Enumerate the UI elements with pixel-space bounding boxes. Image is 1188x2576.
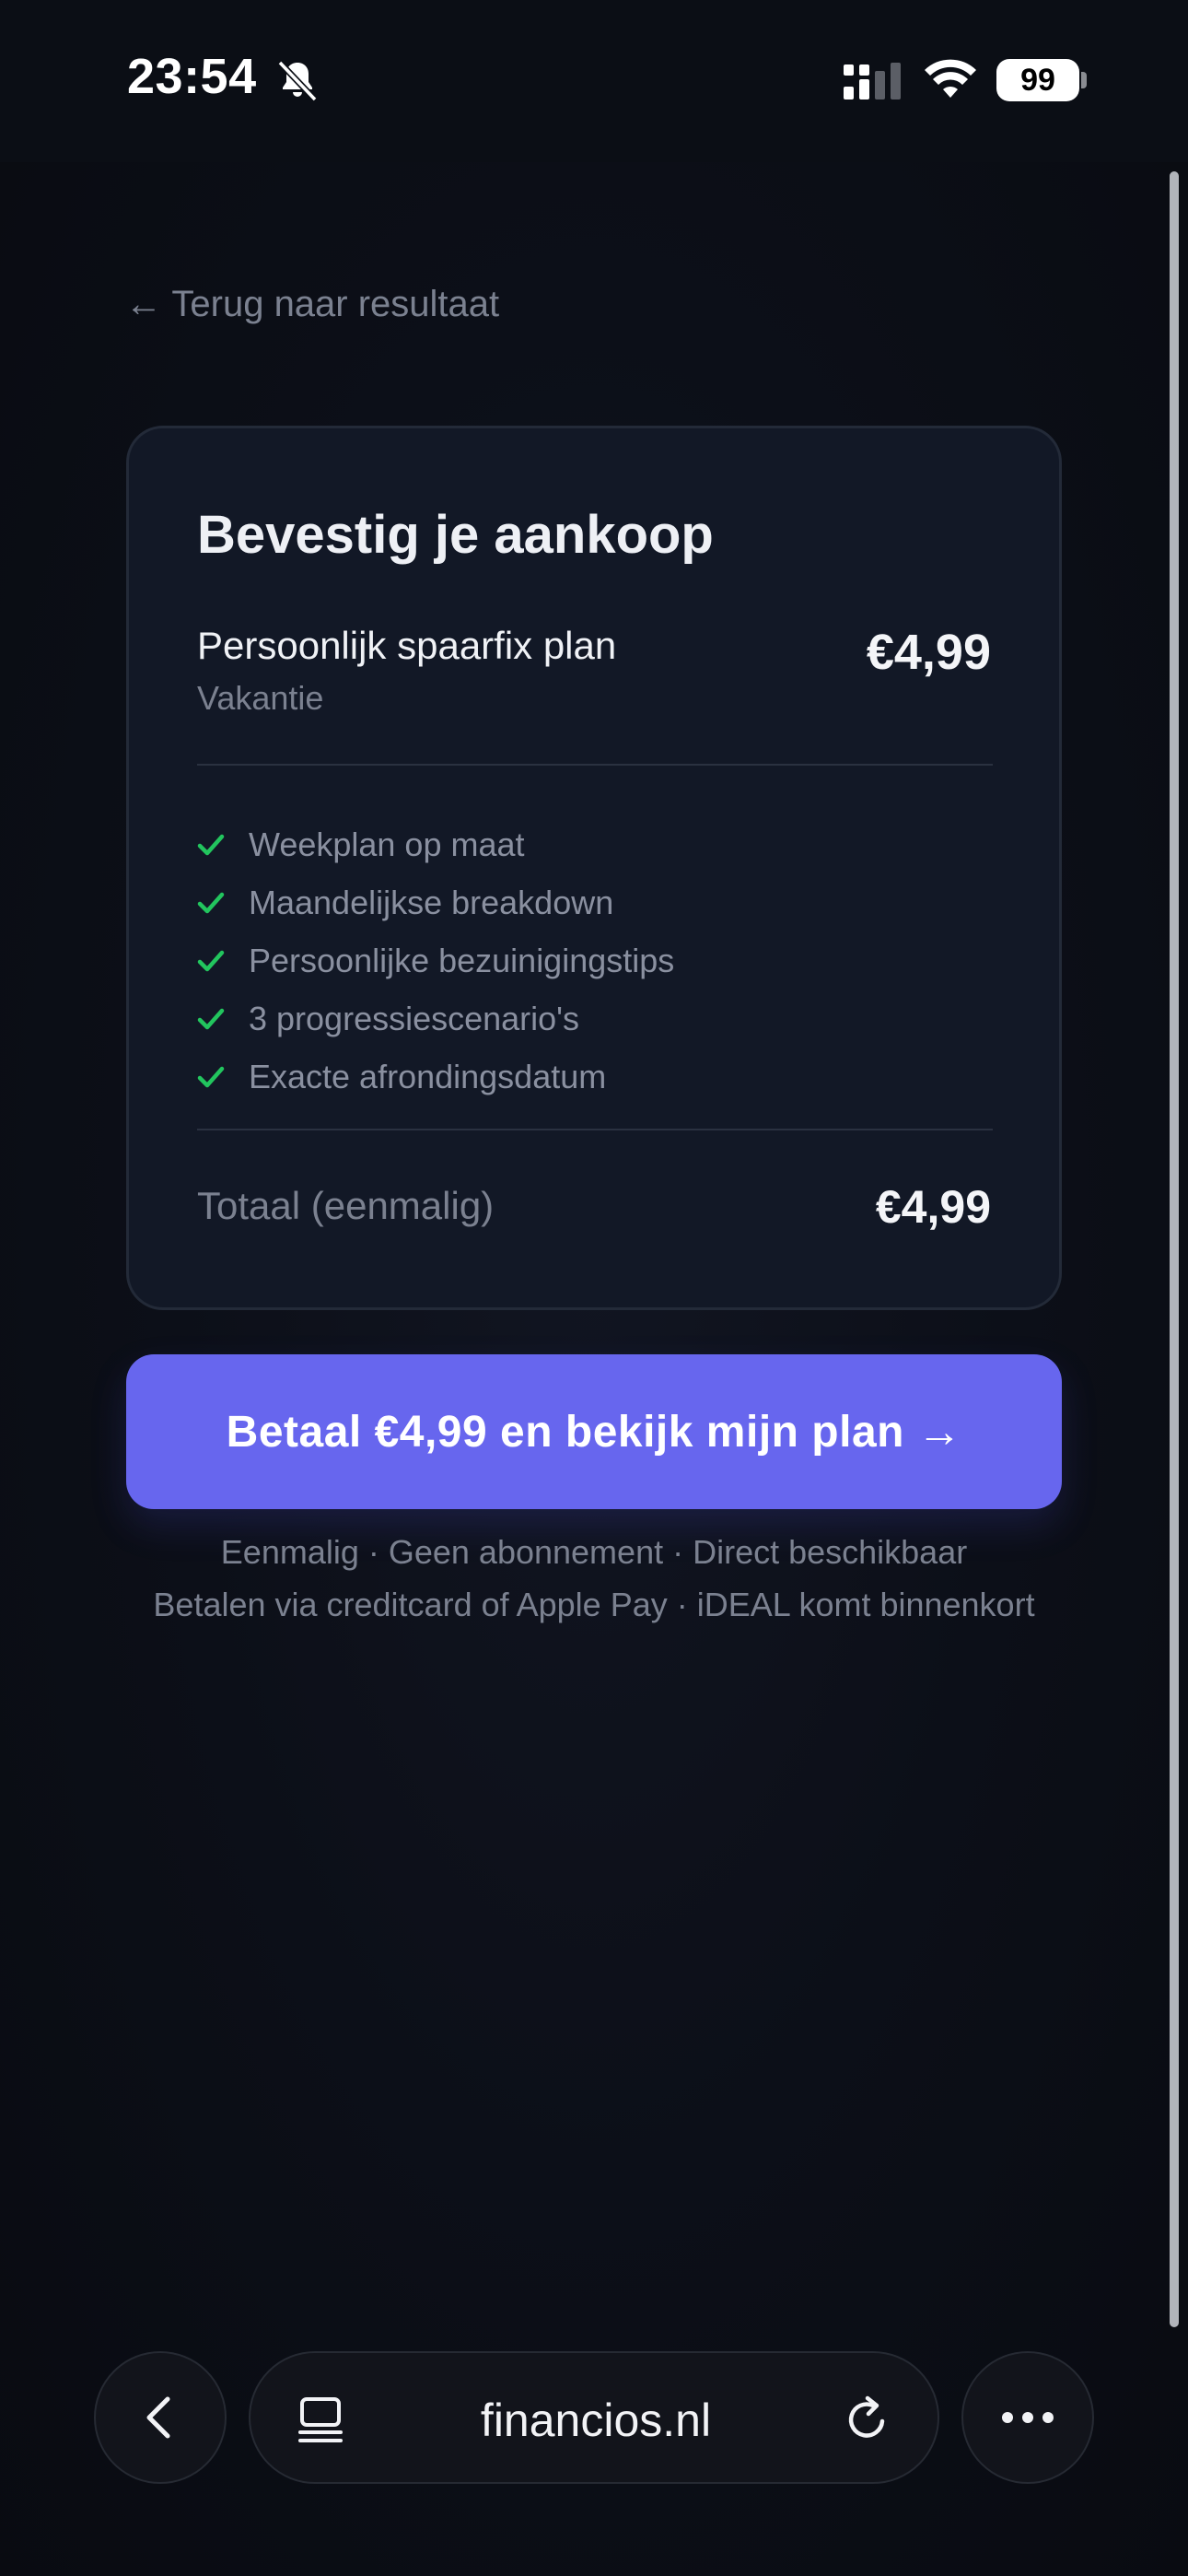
list-item: Exacte afrondingsdatum bbox=[197, 1048, 674, 1106]
product-price: €4,99 bbox=[866, 625, 991, 680]
back-to-result-link[interactable]: ← Terug naar resultaat bbox=[125, 284, 499, 325]
battery-icon: 99 bbox=[996, 59, 1079, 101]
list-item: Persoonlijke bezuinigingstips bbox=[197, 931, 674, 989]
url-text: financios.nl bbox=[480, 2395, 712, 2446]
scrollbar[interactable] bbox=[1170, 171, 1179, 2327]
divider bbox=[197, 1129, 993, 1130]
check-icon bbox=[197, 892, 225, 913]
more-icon bbox=[1002, 2412, 1054, 2423]
fine-print-terms: Eenmalig · Geen abonnement · Direct besc… bbox=[220, 1533, 968, 1571]
card-title: Bevestig je aankoop bbox=[197, 505, 714, 565]
feature-label: 3 progressiescenario's bbox=[249, 999, 580, 1037]
check-icon bbox=[197, 834, 225, 855]
list-item: Weekplan op maat bbox=[197, 815, 674, 873]
bell-slash-icon bbox=[277, 60, 318, 102]
feature-label: Persoonlijke bezuinigingstips bbox=[249, 941, 675, 979]
list-item: Maandelijkse breakdown bbox=[197, 873, 674, 931]
check-icon bbox=[197, 950, 225, 971]
feature-list: Weekplan op maat Maandelijkse breakdown … bbox=[197, 815, 674, 1106]
fine-print-payment: Betalen via creditcard of Apple Pay · iD… bbox=[153, 1586, 1035, 1623]
chevron-left-icon bbox=[146, 2396, 170, 2439]
check-icon bbox=[197, 1066, 225, 1087]
status-bar: 23:54 99 bbox=[0, 0, 1188, 162]
address-bar[interactable]: financios.nl bbox=[249, 2351, 939, 2484]
status-time: 23:54 bbox=[127, 49, 257, 104]
reload-icon[interactable] bbox=[840, 2392, 895, 2447]
total-label: Totaal (eenmalig) bbox=[197, 1184, 495, 1227]
product-name: Persoonlijk spaarfix plan bbox=[197, 624, 617, 667]
pay-button[interactable]: Betaal €4,99 en bekijk mijn plan → bbox=[126, 1354, 1062, 1509]
list-item: 3 progressiescenario's bbox=[197, 989, 674, 1048]
wifi-icon bbox=[925, 59, 976, 98]
product-category: Vakantie bbox=[197, 679, 324, 717]
signal-icon bbox=[844, 63, 901, 100]
battery-level: 99 bbox=[1020, 62, 1055, 98]
feature-label: Exacte afrondingsdatum bbox=[249, 1057, 607, 1095]
feature-label: Weekplan op maat bbox=[249, 825, 525, 863]
divider bbox=[197, 764, 993, 766]
more-button[interactable] bbox=[961, 2351, 1094, 2484]
purchase-card: Bevestig je aankoop Persoonlijk spaarfix… bbox=[126, 426, 1062, 1310]
feature-label: Maandelijkse breakdown bbox=[249, 883, 614, 921]
battery-tip bbox=[1081, 72, 1087, 88]
check-icon bbox=[197, 1008, 225, 1029]
total-price: €4,99 bbox=[875, 1181, 991, 1233]
browser-back-button[interactable] bbox=[94, 2351, 227, 2484]
